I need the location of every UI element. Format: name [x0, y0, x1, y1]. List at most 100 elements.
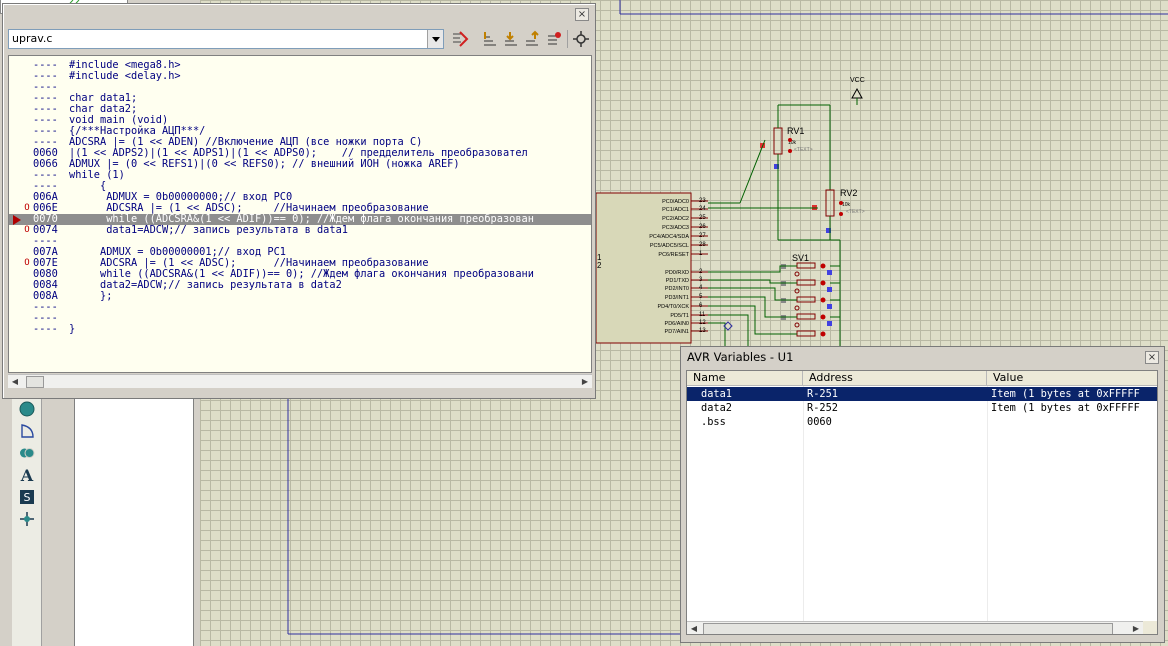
- mcu-pin-label: PD1/TXD: [666, 278, 689, 284]
- mcu-pin-number: 26: [699, 224, 706, 230]
- settings-icon[interactable]: [572, 30, 590, 48]
- left-toolbox: A S: [0, 395, 200, 646]
- step-out-icon[interactable]: [523, 30, 541, 48]
- mcu-pin-label: PC3/ADC3: [662, 225, 689, 231]
- mcu-pin-label: PC4/ADC4/SDA: [649, 234, 689, 240]
- mcu-pin-label: PD7/AIN1: [665, 329, 689, 335]
- toolbar-separator: [567, 30, 568, 48]
- mcu-pin-label: PD4/T0/XCK: [658, 304, 690, 310]
- svg-text:<TEXT>: <TEXT>: [794, 147, 813, 153]
- column-header-value[interactable]: Value: [987, 371, 1157, 386]
- code-address: ----: [33, 323, 58, 335]
- step-into-icon[interactable]: [502, 30, 520, 48]
- svg-text:2: 2: [597, 261, 602, 270]
- mcu-pin-label: PC1/ADC1: [662, 207, 689, 213]
- svg-text:<TEXT>: <TEXT>: [846, 209, 865, 215]
- code-text: data1=ADCW;// запись результата в data1: [69, 224, 348, 236]
- size-grip[interactable]: [1143, 621, 1157, 634]
- mcu-pin-number: 28: [699, 242, 706, 248]
- scroll-left-icon[interactable]: ◀: [687, 622, 701, 634]
- scroll-left-icon[interactable]: ◀: [8, 375, 22, 388]
- current-line-arrow-icon: [13, 215, 21, 225]
- variable-address: 0060: [807, 416, 832, 428]
- variable-name: data1: [701, 388, 732, 400]
- source-file-name: uprav.c: [12, 32, 53, 45]
- mcu-pin-label: PD3/INT1: [665, 295, 689, 301]
- code-text: ADMUX |= (0 << REFS1)|(0 << REFS0); // в…: [69, 158, 460, 170]
- variable-address: R-251: [807, 388, 838, 400]
- mcu-pin-number: 12: [699, 320, 706, 326]
- code-line[interactable]: ----}: [9, 324, 591, 335]
- source-file-select[interactable]: uprav.c: [8, 29, 444, 49]
- variable-address: R-252: [807, 402, 838, 414]
- scroll-thumb[interactable]: [26, 376, 44, 388]
- avr-horizontal-scrollbar[interactable]: ◀ ▶: [687, 621, 1143, 634]
- variable-row[interactable]: data1 R-251 Item (1 bytes at 0xFFFFF: [687, 387, 1157, 401]
- chevron-down-icon[interactable]: [427, 30, 443, 48]
- breakpoint-marker[interactable]: O: [22, 203, 32, 214]
- code-text: }: [69, 323, 76, 335]
- mcu-pin-label: PC6/RESET: [658, 252, 689, 258]
- avr-window-close-button[interactable]: ×: [1145, 351, 1159, 364]
- path-tool-icon[interactable]: [17, 443, 37, 463]
- run-to-cursor-icon[interactable]: [451, 30, 469, 48]
- column-header-name[interactable]: Name: [687, 371, 803, 386]
- source-window-close-button[interactable]: ×: [575, 8, 589, 21]
- svg-text:RV1: RV1: [787, 126, 804, 136]
- avr-window-title: AVR Variables - U1: [687, 350, 794, 364]
- code-line[interactable]: O 0074 data1=ADCW;// запись результата в …: [9, 225, 591, 236]
- variable-value: Item (1 bytes at 0xFFFFF: [991, 402, 1140, 414]
- variable-value: Item (1 bytes at 0xFFFFF: [991, 388, 1140, 400]
- mcu-pin-number: 13: [699, 328, 706, 334]
- variable-row[interactable]: .bss 0060: [687, 415, 1157, 429]
- svg-text:RV2: RV2: [840, 188, 857, 198]
- variable-name: data2: [701, 402, 732, 414]
- scroll-thumb[interactable]: [703, 623, 1113, 634]
- mcu-pin-label: PD2/INT0: [665, 286, 689, 292]
- breakpoint-marker[interactable]: O: [22, 225, 32, 236]
- source-toolbar: uprav.c: [5, 28, 593, 52]
- code-text: #include <delay.h>: [69, 70, 181, 82]
- avr-variables-window[interactable]: AVR Variables - U1 × Name Address Value …: [680, 346, 1165, 643]
- scroll-right-icon[interactable]: ▶: [578, 375, 592, 388]
- toggle-breakpoint-icon[interactable]: [545, 30, 563, 48]
- scroll-right-icon[interactable]: ▶: [1129, 622, 1143, 634]
- mcu-pin-label: PD5/T1: [670, 313, 689, 319]
- mcu-pin-label: PC0/ADC0: [662, 199, 689, 205]
- mcu-pin-label: PC5/ADC5/SCL: [650, 243, 689, 249]
- step-over-icon[interactable]: [481, 30, 499, 48]
- variable-value: [987, 415, 1157, 429]
- variable-row[interactable]: data2 R-252 Item (1 bytes at 0xFFFFF: [687, 401, 1157, 415]
- variable-name: .bss: [701, 416, 726, 428]
- source-code-view[interactable]: ---- #include <mega8.h> ---- #include <dela…: [8, 55, 592, 373]
- mcu-pin-label: PD6/AIN0: [665, 321, 689, 327]
- source-code-window[interactable]: × uprav.c ---- #include <mega8.h> ---- #inc…: [2, 3, 596, 399]
- code-line[interactable]: ----: [9, 302, 591, 313]
- column-header-address[interactable]: Address: [803, 371, 987, 386]
- mcu-pin-label: PC2/ADC2: [662, 216, 689, 222]
- variables-table[interactable]: Name Address Value data1 R-251 Item (1 byt…: [686, 370, 1158, 635]
- symbol-tool-icon[interactable]: S: [17, 487, 37, 507]
- code-lines: ---- #include <mega8.h> ---- #include <dela…: [9, 60, 591, 335]
- mcu-pin-label: PD0/RXD: [665, 270, 689, 276]
- code-line[interactable]: 008A };: [9, 291, 591, 302]
- mcu-pin-number: 11: [699, 312, 706, 318]
- circle-tool-icon[interactable]: [17, 399, 37, 419]
- mcu-pin-number: 25: [699, 215, 706, 221]
- marker-tool-icon[interactable]: [17, 509, 37, 529]
- svg-text:S: S: [24, 491, 31, 504]
- object-selector-list[interactable]: [74, 395, 194, 646]
- source-horizontal-scrollbar[interactable]: ◀ ▶: [8, 374, 592, 388]
- code-text: };: [69, 290, 113, 302]
- breakpoint-marker[interactable]: O: [22, 258, 32, 269]
- text-tool-icon[interactable]: A: [17, 465, 37, 485]
- mcu-pin-number: 24: [699, 206, 706, 212]
- vcc-label: VCC: [850, 77, 865, 84]
- svg-text:SV1: SV1: [792, 253, 809, 263]
- code-line[interactable]: ----: [9, 313, 591, 324]
- tool-column: A S: [12, 395, 42, 646]
- arc-tool-icon[interactable]: [17, 421, 37, 441]
- code-line[interactable]: ---- #include <delay.h>: [9, 71, 591, 82]
- svg-text:10k: 10k: [842, 202, 851, 208]
- mcu-pin-number: 23: [699, 198, 706, 204]
